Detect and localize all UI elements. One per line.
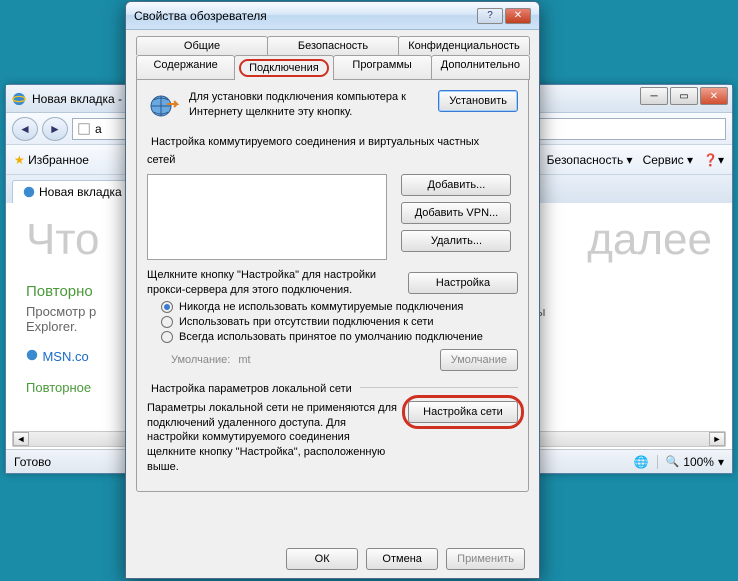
tab-general[interactable]: Общие: [136, 36, 268, 55]
command-bar: Безопасность ▾ Сервис ▾ ❓▾: [547, 153, 724, 167]
browser-tab[interactable]: Новая вкладка: [12, 180, 133, 203]
scroll-right-icon[interactable]: ►: [709, 432, 725, 446]
dialup-group: Настройка коммутируемого соединения и ви…: [147, 132, 518, 371]
connections-listbox[interactable]: [147, 174, 387, 260]
forward-button[interactable]: ►: [42, 117, 68, 141]
tab-advanced[interactable]: Дополнительно: [431, 55, 530, 80]
security-menu[interactable]: Безопасность ▾: [547, 153, 633, 167]
heading-right: далее: [587, 215, 712, 265]
status-text: Готово: [14, 455, 51, 469]
lan-group: Настройка параметров локальной сети Пара…: [147, 379, 518, 475]
zoom-icon: 🔍: [666, 455, 680, 468]
apply-button[interactable]: Применить: [446, 548, 525, 570]
ie-logo-icon: [26, 349, 38, 361]
favorites-button[interactable]: ★ Избранное: [14, 153, 89, 167]
ie-logo-icon: [12, 92, 26, 106]
dialog-help-button[interactable]: ?: [477, 8, 503, 24]
proxy-hint: Щелкните кнопку "Настройка" для настройк…: [147, 268, 398, 298]
tab-content[interactable]: Содержание: [136, 55, 235, 80]
service-menu[interactable]: Сервис ▾: [643, 153, 693, 167]
install-button[interactable]: Установить: [438, 90, 518, 112]
cancel-button[interactable]: Отмена: [366, 548, 438, 570]
default-value: mt: [238, 354, 250, 366]
dialog-footer: ОК Отмена Применить: [286, 548, 525, 570]
ie-logo-icon: [23, 186, 35, 198]
page-icon: [77, 122, 91, 136]
star-icon: ★: [14, 153, 25, 167]
heading-left: Что: [26, 215, 99, 265]
internet-options-dialog: Свойства обозревателя ? ✕ Общие Безопасн…: [125, 1, 540, 579]
url-text: a: [95, 122, 102, 136]
connection-settings-button[interactable]: Настройка: [408, 272, 518, 294]
dialog-body: Общие Безопасность Конфиденциальность Со…: [126, 30, 539, 503]
connections-panel: Для установки подключения компьютера к И…: [136, 79, 529, 492]
scroll-left-icon[interactable]: ◄: [13, 432, 29, 446]
zoom-control[interactable]: 🌐 🔍 100% ▾: [634, 455, 724, 469]
radio-icon: [161, 316, 173, 328]
help-menu[interactable]: ❓▾: [703, 153, 724, 167]
default-label: Умолчание:: [171, 354, 230, 366]
lan-settings-button[interactable]: Настройка сети: [408, 401, 518, 423]
maximize-button[interactable]: ▭: [670, 87, 698, 105]
msn-link[interactable]: MSN.co: [42, 349, 88, 364]
add-connection-button[interactable]: Добавить...: [401, 174, 511, 196]
radio-icon: [161, 301, 173, 313]
tab-security[interactable]: Безопасность: [267, 36, 399, 55]
tab-row-1: Общие Безопасность Конфиденциальность: [136, 36, 529, 55]
dialup-group-label: Настройка коммутируемого соединения и ви…: [147, 136, 479, 166]
tab-connections[interactable]: Подключения: [234, 55, 333, 80]
ie-window-controls: ─ ▭ ✕: [640, 87, 728, 105]
radio-always-dial[interactable]: Всегда использовать принятое по умолчани…: [161, 331, 518, 343]
radio-never-dial[interactable]: Никогда не использовать коммутируемые по…: [161, 301, 518, 313]
remove-connection-button[interactable]: Удалить...: [401, 230, 511, 252]
back-button[interactable]: ◄: [12, 117, 38, 141]
connection-wizard-icon: [147, 90, 179, 122]
internet-zone-icon: 🌐: [634, 455, 649, 469]
add-vpn-button[interactable]: Добавить VPN...: [401, 202, 511, 224]
ie-title-text: Новая вкладка -: [32, 92, 122, 106]
dialog-close-button[interactable]: ✕: [505, 8, 531, 24]
zoom-value: 100%: [683, 455, 714, 469]
lan-group-label: Настройка параметров локальной сети: [147, 383, 356, 395]
dialog-title: Свойства обозревателя: [134, 9, 267, 23]
lan-description: Параметры локальной сети не применяются …: [147, 401, 400, 475]
tab-programs[interactable]: Программы: [333, 55, 432, 80]
tab-row-2: Содержание Подключения Программы Дополни…: [136, 55, 529, 80]
tab-privacy[interactable]: Конфиденциальность: [398, 36, 530, 55]
dialog-titlebar: Свойства обозревателя ? ✕: [126, 2, 539, 30]
setup-description: Для установки подключения компьютера к И…: [189, 90, 428, 120]
close-button[interactable]: ✕: [700, 87, 728, 105]
ok-button[interactable]: ОК: [286, 548, 358, 570]
minimize-button[interactable]: ─: [640, 87, 668, 105]
radio-dial-when-no-network[interactable]: Использовать при отсутствии подключения …: [161, 316, 518, 328]
set-default-button[interactable]: Умолчание: [440, 349, 518, 371]
radio-icon: [161, 331, 173, 343]
